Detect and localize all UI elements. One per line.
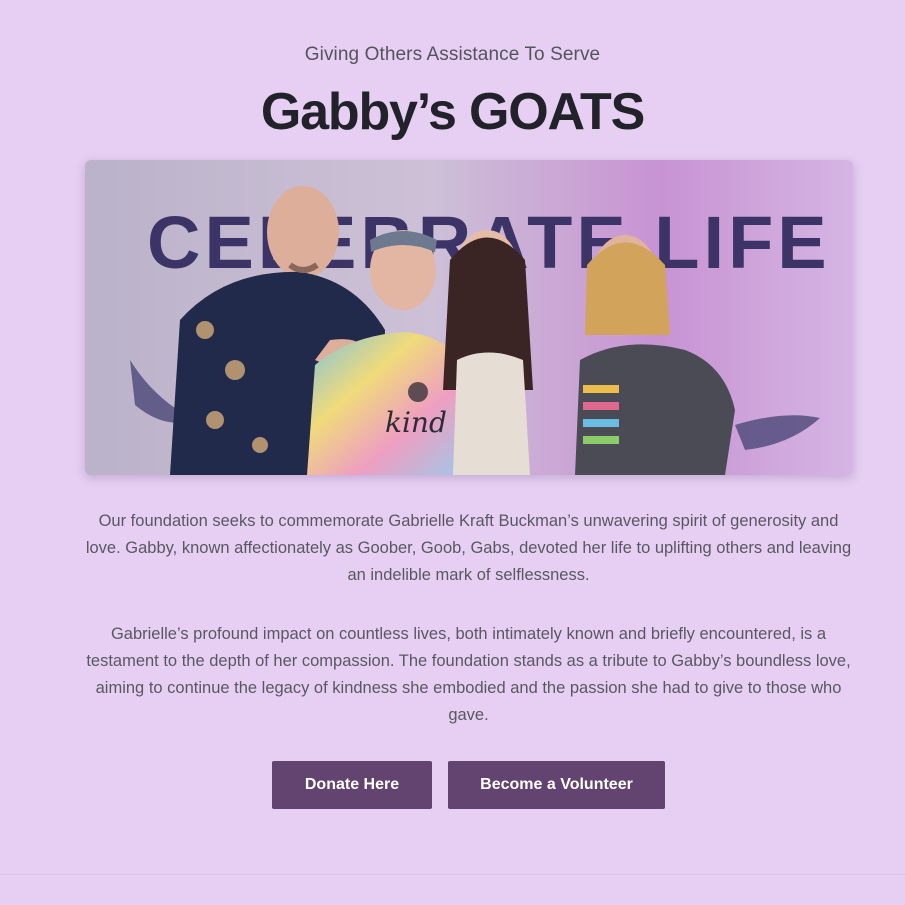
section-divider [0,874,905,875]
page-title: Gabby’s GOATS [260,83,645,141]
hero-photo: CELEBRATE LIFE kind [85,160,853,475]
page: Giving Others Assistance To Serve Gabby’… [0,0,905,905]
tagline: Giving Others Assistance To Serve [304,44,601,65]
volunteer-button[interactable]: Become a Volunteer [448,761,665,809]
donate-button[interactable]: Donate Here [272,761,432,809]
intro-paragraph: Our foundation seeks to commemorate Gabr… [85,512,852,584]
legacy-paragraph: Gabrielle’s profound impact on countless… [86,625,851,724]
